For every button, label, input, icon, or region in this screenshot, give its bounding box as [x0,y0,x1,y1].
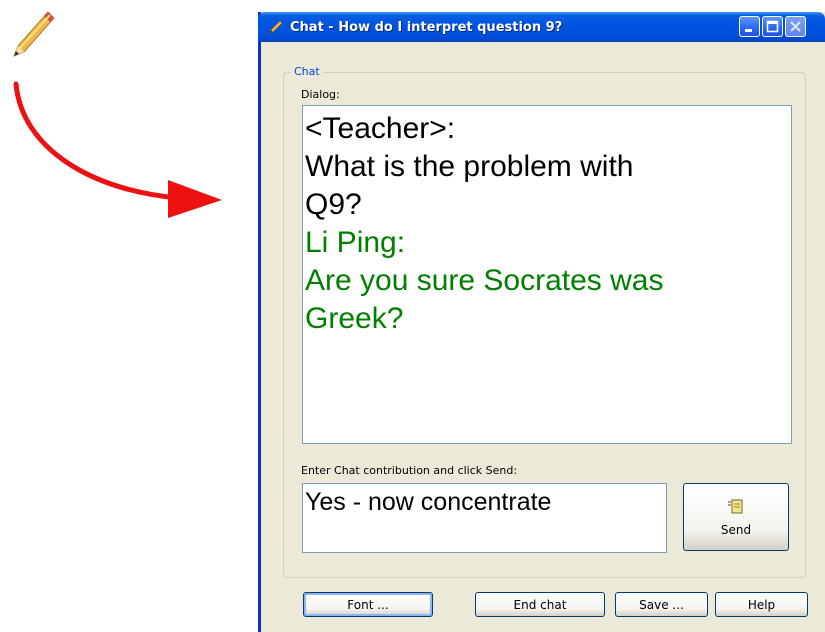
teacher-message-line: <Teacher>: [305,112,456,145]
maximize-button[interactable] [762,16,783,37]
close-icon [790,21,801,32]
group-label: Chat [291,65,323,78]
title-bar[interactable]: Chat - How do I interpret question 9? [258,12,825,42]
annotation-arrow [13,81,222,218]
minimize-icon [745,29,752,32]
teacher-message-line: What is the problem with [305,150,634,183]
student-message-line: Greek? [305,302,404,335]
pencil-icon [13,11,55,57]
dialog-transcript[interactable]: <Teacher>: What is the problem with Q9? Li … [302,105,792,444]
maximize-icon [766,20,779,33]
window-title: Chat - How do I interpret question 9? [290,19,563,35]
pencil-icon [269,20,283,34]
student-message-line: Li Ping: [305,226,406,259]
teacher-message-line: Q9? [305,188,362,221]
send-button[interactable]: Send [683,483,789,551]
dialog-label: Dialog: [301,88,340,101]
student-message-line: Are you sure Socrates was [305,264,664,297]
font-button[interactable]: Font ... [303,592,433,617]
save-button[interactable]: Save ... [615,592,708,617]
close-button[interactable] [785,16,806,37]
help-button[interactable]: Help [715,592,808,617]
minimize-button[interactable] [739,16,760,37]
entry-label: Enter Chat contribution and click Send: [301,464,518,477]
end-chat-button[interactable]: End chat [475,592,605,617]
chat-entry-field[interactable]: Yes - now concentrate [302,483,667,553]
chat-window: Chat - How do I interpret question 9? Ch… [258,12,825,632]
notepad-icon [728,499,743,514]
send-button-label: Send [720,523,752,537]
